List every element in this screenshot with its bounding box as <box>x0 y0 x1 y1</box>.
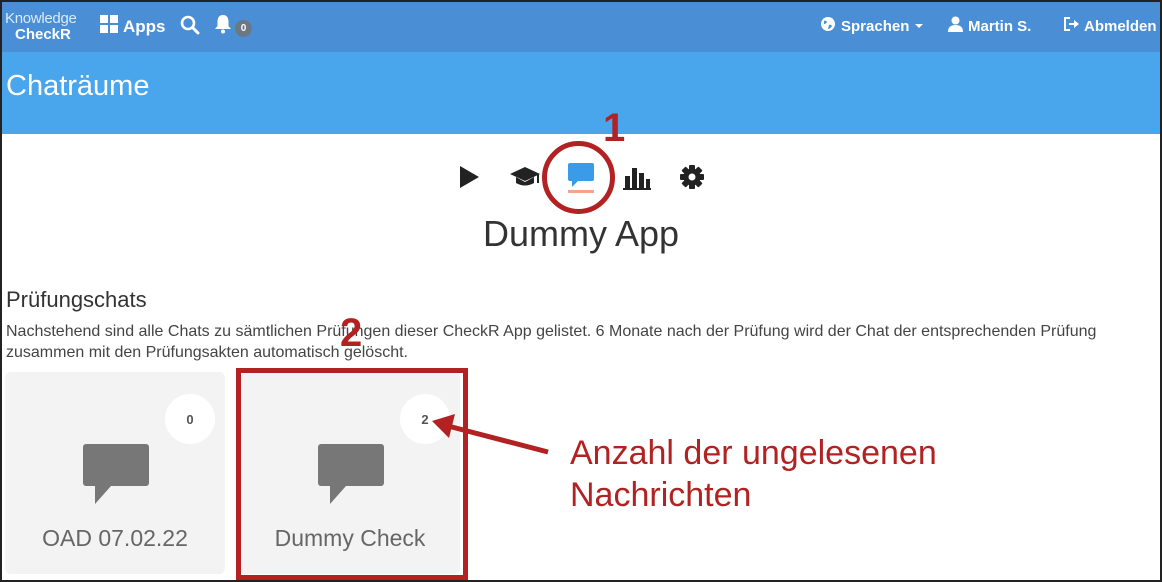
annotation-note-line-2: Nachrichten <box>570 476 752 514</box>
annotation-note-line-1: Anzahl der ungelesenen <box>570 434 937 472</box>
annotation-note: Anzahl der ungelesenen Nachrichten <box>570 432 937 516</box>
